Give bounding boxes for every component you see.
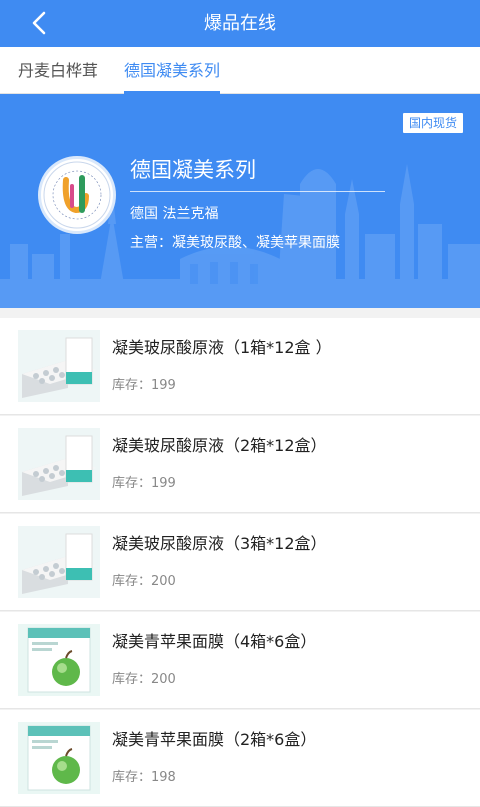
brand-logo-mark [43, 161, 111, 229]
product-item[interactable]: 凝美青苹果面膜（2箱*6盒） 库存：198 [0, 710, 480, 807]
brand-banner: 国内现货 德国凝美系列 德国 法兰克福 主营：凝美玻尿酸、凝美苹果面膜 [0, 94, 480, 308]
product-image [18, 722, 100, 794]
product-name: 凝美青苹果面膜（2箱*6盒） [112, 730, 317, 749]
tab-germany-ningmei[interactable]: 德国凝美系列 [124, 47, 221, 94]
product-item[interactable]: 凝美青苹果面膜（4箱*6盒） 库存：200 [0, 612, 480, 709]
product-stock: 库存：200 [112, 574, 176, 589]
product-stock: 库存：199 [112, 476, 176, 491]
product-item[interactable]: 凝美玻尿酸原液（3箱*12盒） 库存：200 [0, 514, 480, 611]
tab-bar: 丹麦白桦茸 德国凝美系列 [0, 47, 480, 94]
brand-logo [38, 156, 116, 234]
product-item[interactable]: 凝美玻尿酸原液（2箱*12盒） 库存：199 [0, 416, 480, 513]
in-stock-badge: 国内现货 [401, 112, 464, 134]
product-stock: 库存：198 [112, 770, 176, 785]
page-title: 爆品在线 [204, 13, 276, 34]
product-name: 凝美玻尿酸原液（3箱*12盒） [112, 534, 327, 553]
product-item[interactable]: 凝美玻尿酸原液（1箱*12盒 ） 库存：199 [0, 318, 480, 415]
brand-name: 德国凝美系列 [130, 158, 256, 182]
product-name: 凝美青苹果面膜（4箱*6盒） [112, 632, 317, 651]
top-bar: 爆品在线 [0, 0, 480, 47]
product-image [18, 330, 100, 402]
product-name: 凝美玻尿酸原液（2箱*12盒） [112, 436, 327, 455]
product-stock: 库存：200 [112, 672, 176, 687]
product-stock: 库存：199 [112, 378, 176, 393]
brand-origin: 德国 法兰克福 [130, 206, 219, 222]
product-image [18, 624, 100, 696]
brand-main-business: 主营：凝美玻尿酸、凝美苹果面膜 [130, 235, 340, 251]
product-image [18, 428, 100, 500]
product-image [18, 526, 100, 598]
tab-danish-birch[interactable]: 丹麦白桦茸 [18, 47, 98, 94]
divider [130, 191, 385, 192]
product-name: 凝美玻尿酸原液（1箱*12盒 ） [112, 338, 332, 357]
